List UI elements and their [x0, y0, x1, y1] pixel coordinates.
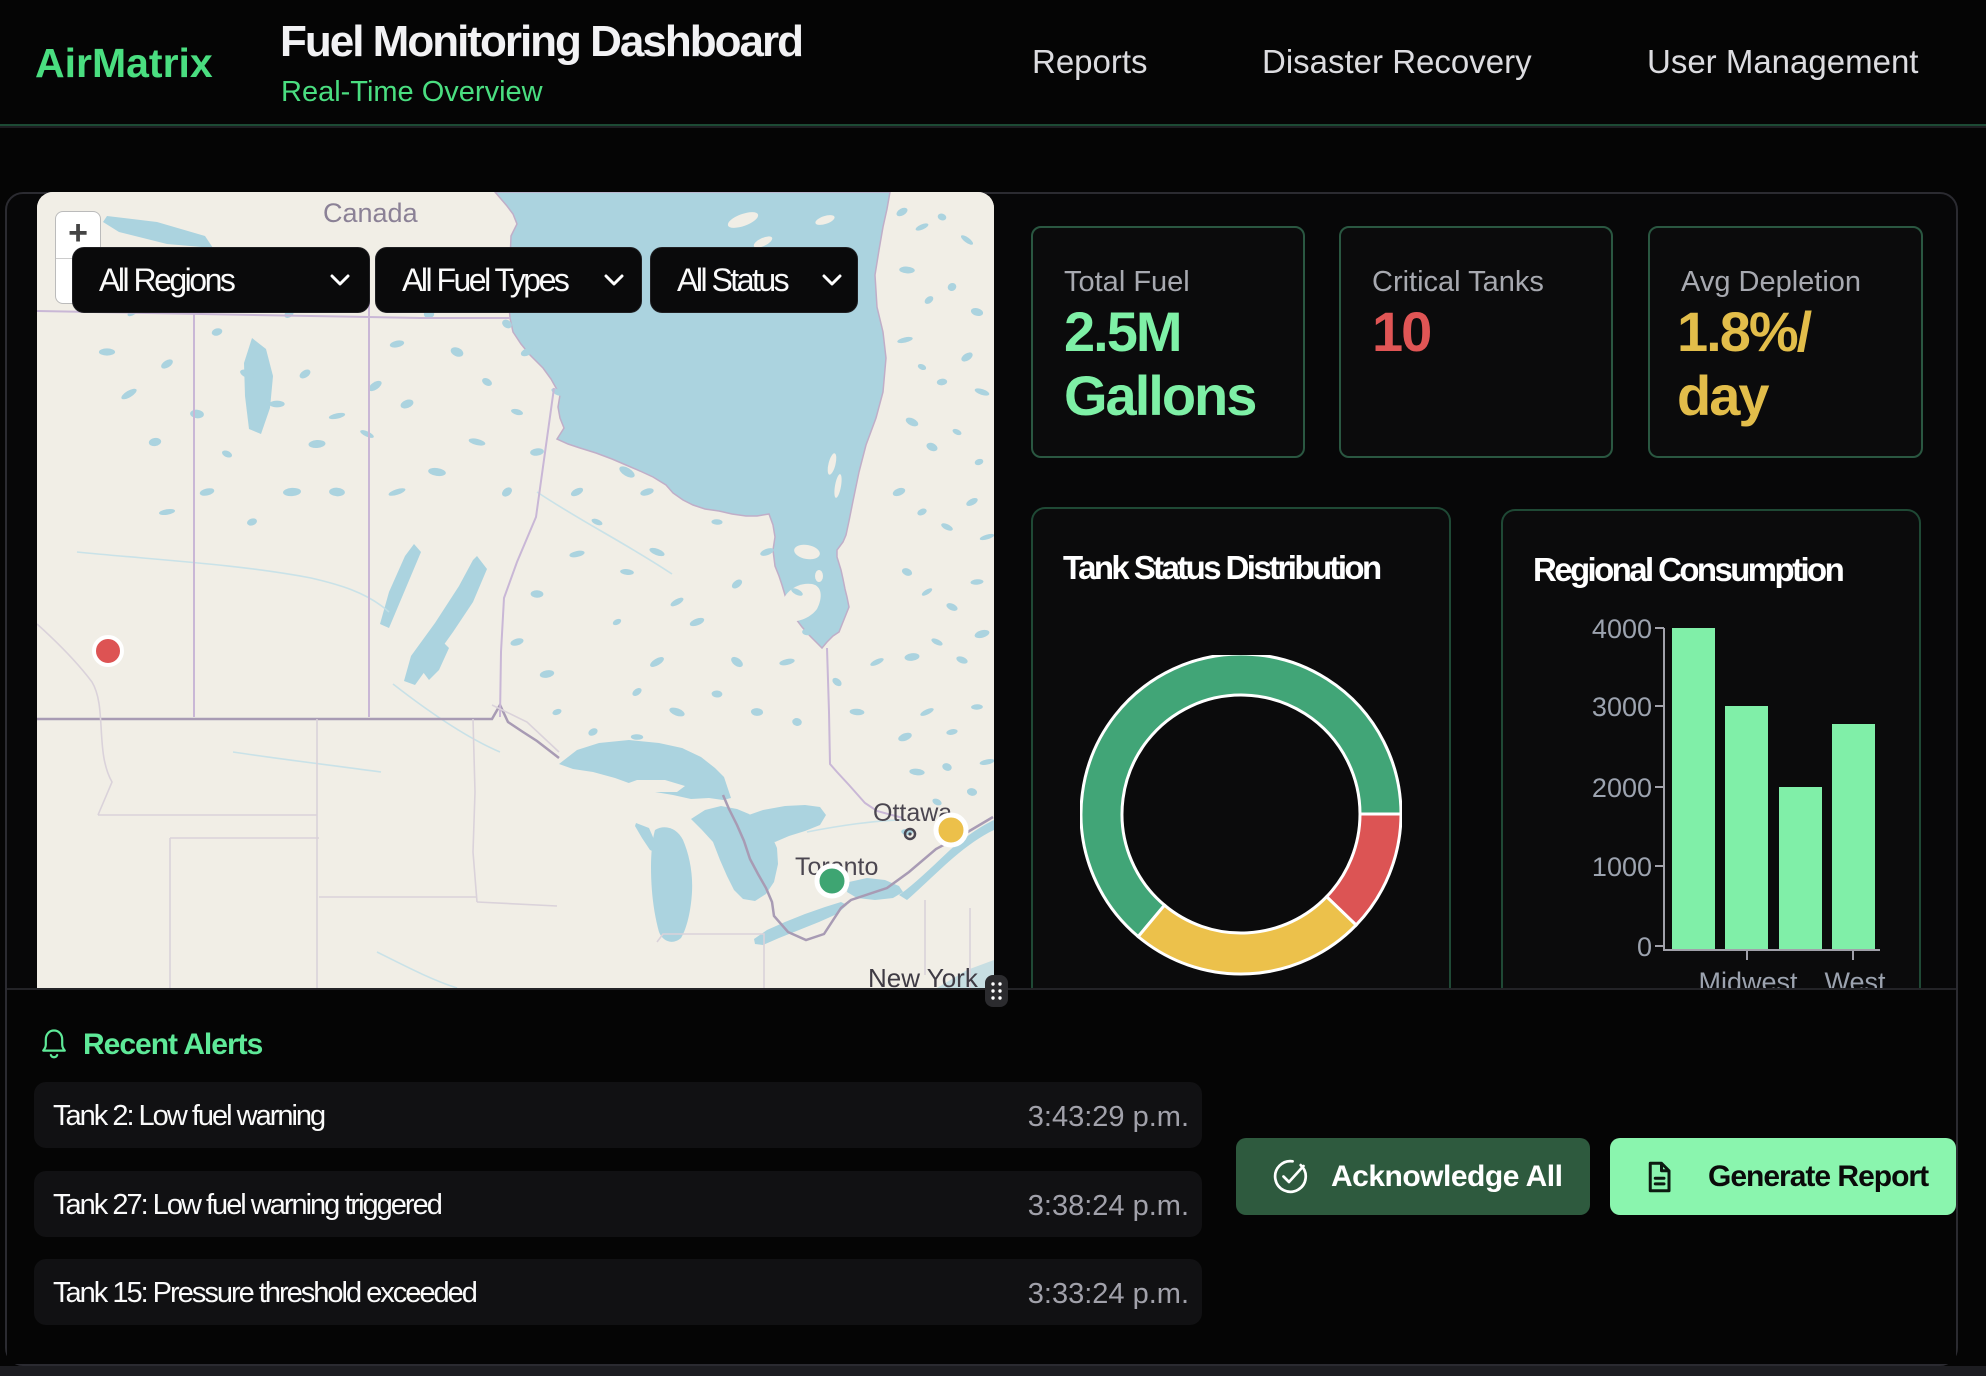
svg-text:West: West	[1824, 967, 1886, 990]
svg-text:0: 0	[1637, 932, 1652, 962]
svg-text:Midwest: Midwest	[1698, 967, 1798, 990]
svg-text:1000: 1000	[1592, 852, 1652, 882]
svg-text:3000: 3000	[1592, 692, 1652, 722]
svg-text:New York: New York	[868, 963, 979, 988]
svg-text:Canada: Canada	[323, 198, 419, 228]
svg-text:2000: 2000	[1592, 773, 1652, 803]
svg-text:4000: 4000	[1592, 614, 1652, 644]
